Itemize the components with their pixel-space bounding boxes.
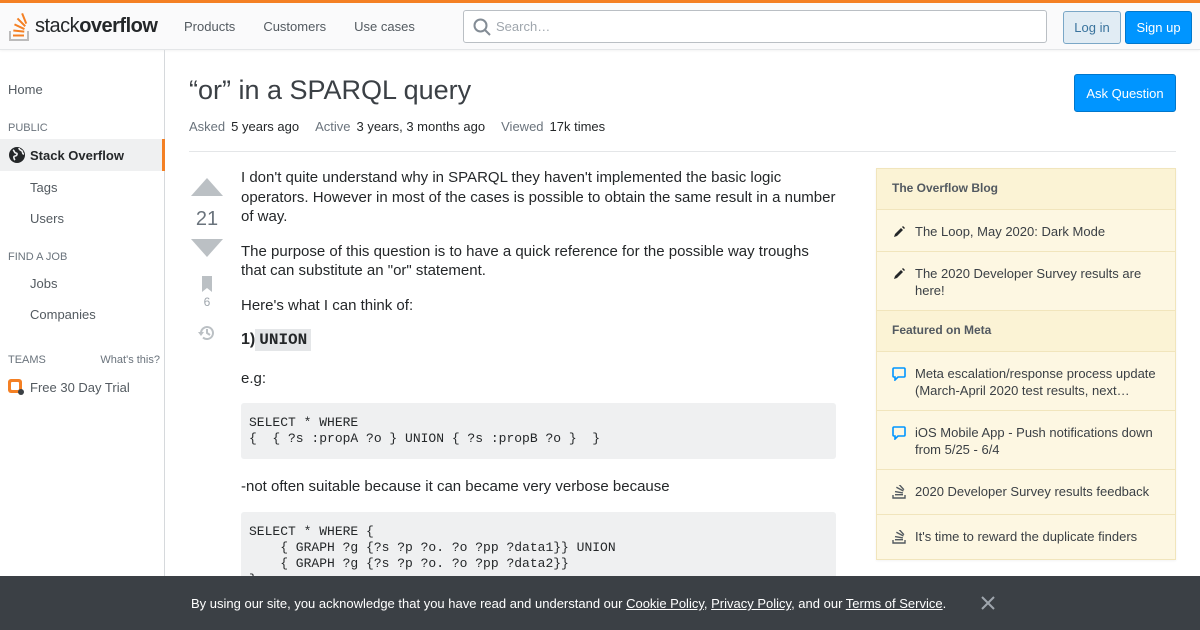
vote-count: 21 [195, 208, 219, 230]
speech-bubble-icon [892, 367, 906, 381]
widget-item-blog[interactable]: The Loop, May 2020: Dark Mode [877, 210, 1175, 252]
body-paragraph: e.g: [241, 369, 267, 387]
sidebar-item-label: Free 30 Day Trial [30, 379, 130, 395]
asked-value: 5 years ago [231, 119, 300, 134]
cookie-policy-link[interactable]: Cookie Policy [626, 596, 704, 611]
widget-item-meta[interactable]: iOS Mobile App - Push notifications down… [877, 411, 1175, 470]
top-nav: Products Customers Use cases [170, 11, 429, 41]
signup-button[interactable]: Sign up [1125, 11, 1192, 44]
cookie-and-our: , and our [791, 596, 843, 611]
heading-number: 1) [241, 331, 256, 348]
stackoverflow-logo[interactable]: stackoverflow [8, 9, 158, 43]
question-body: I don't quite understand why in SPARQL t… [241, 168, 836, 620]
terms-of-service-link[interactable]: Terms of Service [846, 596, 943, 611]
logo-wordmark: stackoverflow [35, 14, 158, 38]
sidebar-item-jobs[interactable]: Jobs [30, 276, 194, 291]
body-heading: 1) UNION [241, 329, 836, 351]
stackoverflow-logo-icon [9, 12, 29, 41]
widget-item-meta[interactable]: 2020 Developer Survey results feedback [877, 470, 1175, 515]
widget-header-blog: The Overflow Blog [877, 169, 1175, 210]
left-sidebar: Home PUBLIC Stack Overflow Tags Users FI… [0, 50, 165, 576]
widget-item-text: 2020 Developer Survey results feedback [915, 484, 1150, 499]
privacy-policy-link[interactable]: Privacy Policy [711, 596, 791, 611]
body-paragraph: -not often suitable because it can becam… [241, 478, 670, 495]
cookie-period: . [942, 596, 947, 611]
nav-use-cases[interactable]: Use cases [340, 13, 429, 40]
widget-item-text: The Loop, May 2020: Dark Mode [915, 224, 1106, 239]
vote-cell: 21 6 [189, 176, 225, 343]
globe-icon [9, 147, 25, 163]
body-paragraph: I don't quite understand why in SPARQL t… [241, 169, 836, 225]
search-box [463, 10, 1047, 43]
widget-item-meta[interactable]: It's time to reward the duplicate finder… [877, 515, 1175, 559]
sidebar-item-free-trial[interactable]: Free 30 Day Trial [8, 379, 172, 395]
downvote-arrow-icon[interactable] [189, 239, 225, 259]
widget-item-text: The 2020 Developer Survey results are he… [915, 266, 1142, 298]
bookmark-icon[interactable] [198, 275, 216, 293]
heading-code: UNION [255, 329, 312, 351]
sidebar-item-tags[interactable]: Tags [30, 180, 194, 195]
login-button[interactable]: Log in [1063, 11, 1121, 44]
stack-exchange-icon [892, 530, 906, 544]
cookie-prefix: By using our site, you acknowledge that … [191, 596, 623, 611]
active-label: Active [315, 119, 351, 134]
sidebar-item-label: Stack Overflow [30, 147, 124, 163]
divider [189, 151, 1176, 152]
bookmark-count: 6 [203, 295, 211, 309]
question-meta: Asked 5 years ago Active 3 years, 3 mont… [189, 119, 621, 134]
upvote-arrow-icon[interactable] [189, 176, 225, 196]
widget-header-meta: Featured on Meta [877, 311, 1175, 352]
cookie-banner: By using our site, you acknowledge that … [0, 576, 1200, 630]
history-icon[interactable] [197, 323, 217, 343]
question-title[interactable]: “or” in a SPARQL query [189, 75, 471, 106]
teams-label: TEAMS [8, 354, 46, 366]
nav-customers[interactable]: Customers [249, 13, 340, 40]
sidebar-section-public: PUBLIC [8, 122, 48, 134]
widget-item-meta[interactable]: Meta escalation/response process update … [877, 352, 1175, 411]
search-icon [473, 18, 491, 36]
whats-this-link[interactable]: What's this? [100, 354, 160, 366]
pencil-icon [894, 268, 905, 279]
nav-products[interactable]: Products [170, 13, 249, 40]
sidebar-item-home[interactable]: Home [8, 82, 172, 97]
speech-bubble-icon [892, 426, 906, 440]
sidebar-item-users[interactable]: Users [30, 211, 194, 226]
ask-question-button[interactable]: Ask Question [1074, 74, 1176, 112]
active-value[interactable]: 3 years, 3 months ago [356, 119, 485, 134]
sidebar-widget: The Overflow Blog The Loop, May 2020: Da… [876, 168, 1176, 560]
code-block: SELECT * WHERE { { ?s :propA ?o } UNION … [241, 403, 836, 459]
sidebar-item-companies[interactable]: Companies [30, 307, 194, 322]
viewed-label: Viewed [501, 119, 544, 134]
widget-item-text: It's time to reward the duplicate finder… [915, 529, 1138, 544]
close-icon[interactable] [980, 595, 996, 611]
logo-word-stack: stack [35, 14, 80, 37]
viewed-value: 17k times [549, 119, 606, 134]
sidebar-section-find-a-job: FIND A JOB [8, 251, 68, 263]
asked-label: Asked [189, 119, 226, 134]
logo-word-overflow: overflow [79, 14, 158, 37]
body-paragraph: Here's what I can think of: [241, 296, 414, 314]
sidebar-item-stack-overflow[interactable]: Stack Overflow [0, 139, 165, 171]
pencil-icon [894, 226, 905, 237]
widget-item-blog[interactable]: The 2020 Developer Survey results are he… [877, 252, 1175, 311]
stack-exchange-icon [892, 485, 906, 499]
body-paragraph: The purpose of this question is to have … [241, 242, 809, 280]
cookie-comma: , [703, 596, 708, 611]
sidebar-section-teams: TEAMS What's this? [8, 354, 160, 366]
search-input[interactable] [496, 11, 1036, 42]
widget-item-text: iOS Mobile App - Push notifications down… [915, 425, 1153, 457]
top-bar: stackoverflow Products Customers Use cas… [0, 0, 1200, 50]
widget-item-text: Meta escalation/response process update … [915, 366, 1156, 398]
cookie-text: By using our site, you acknowledge that … [191, 596, 946, 611]
teams-briefcase-icon [8, 379, 24, 395]
